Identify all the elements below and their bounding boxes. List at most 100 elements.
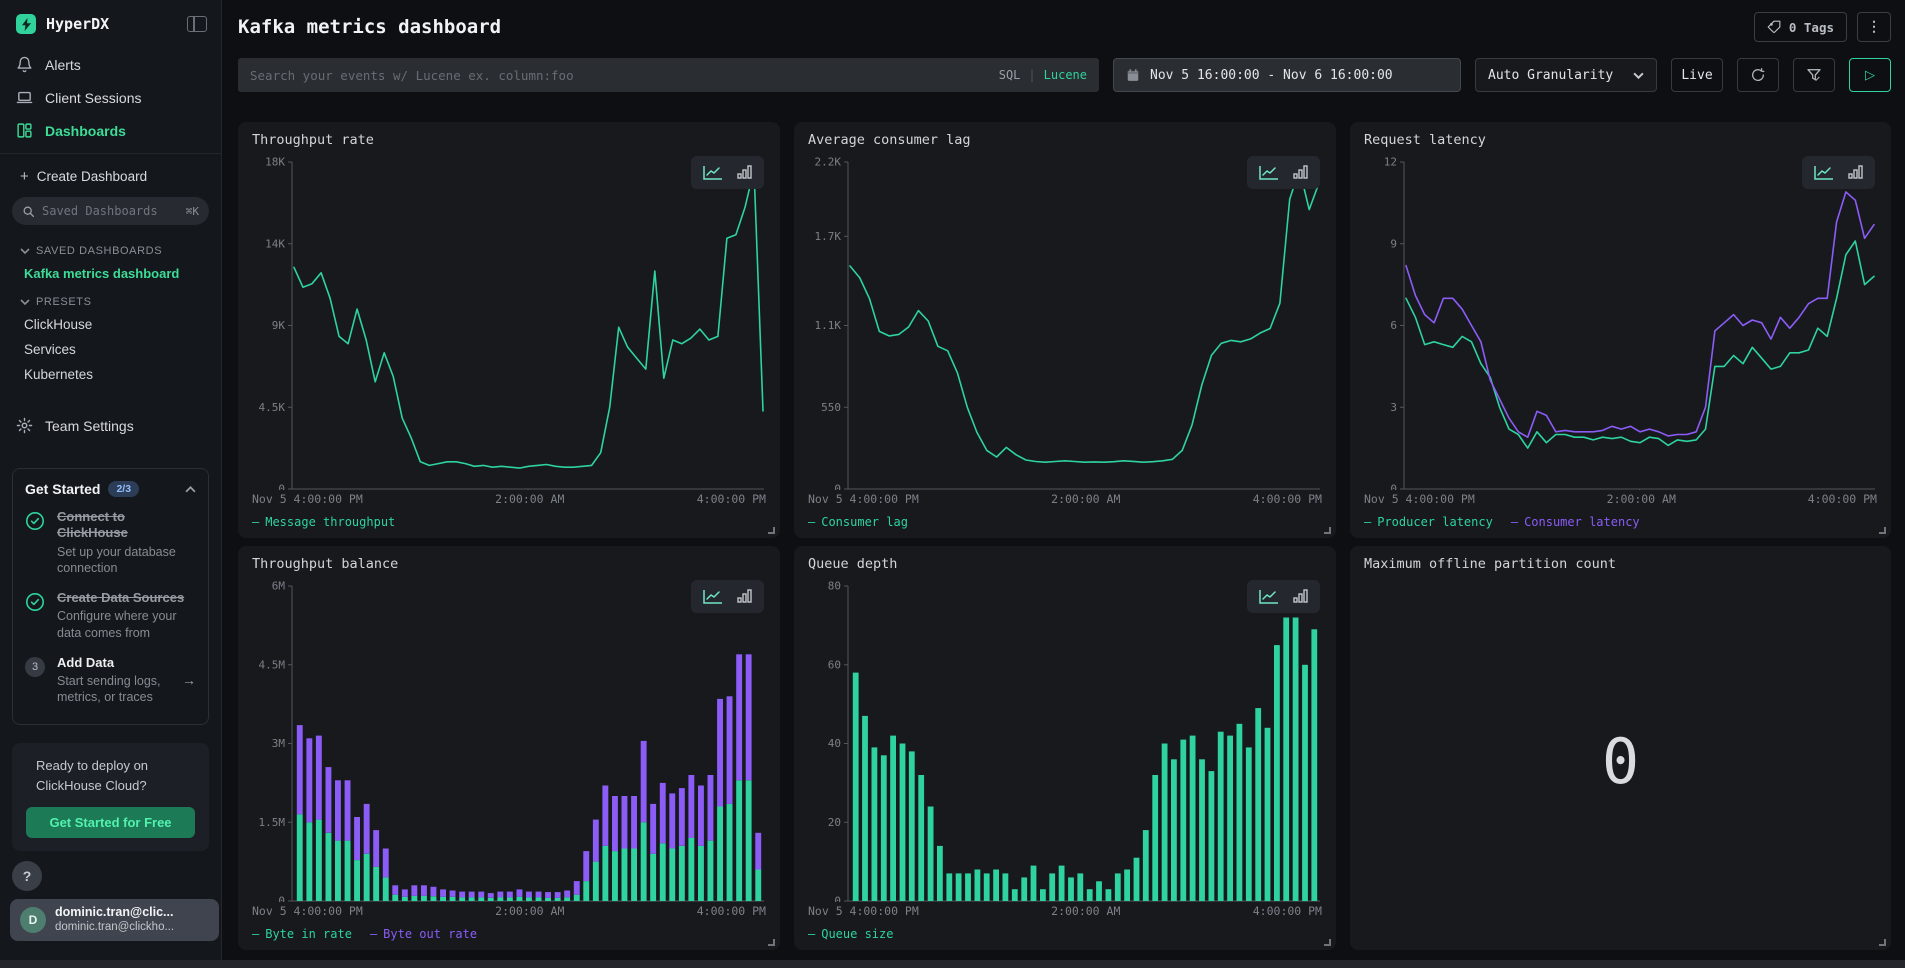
bar-chart-toggle-icon[interactable] <box>737 165 752 180</box>
event-search-input[interactable] <box>250 68 999 83</box>
step-desc: Start sending logs, metrics, or traces <box>57 673 172 706</box>
legend-item[interactable]: —Byte out rate <box>370 927 477 941</box>
app-root: HyperDX Alerts Client Sessions Dashboard… <box>0 0 1905 968</box>
sql-toggle[interactable]: SQL <box>999 68 1021 82</box>
divider <box>0 153 221 154</box>
x-tick-label: 2:00:00 AM <box>495 492 564 508</box>
preset-services[interactable]: Services <box>0 337 221 362</box>
refresh-button[interactable] <box>1737 58 1779 92</box>
get-started-step-3[interactable]: 3 Add Data Start sending logs, metrics, … <box>25 655 196 706</box>
chart-canvas[interactable]: 04.5K9K14K18K <box>252 154 766 490</box>
line-chart-toggle-icon[interactable] <box>703 165 723 180</box>
panel-resize-handle[interactable] <box>1324 939 1331 946</box>
section-label: SAVED DASHBOARDS <box>36 245 162 257</box>
line-chart-toggle-icon[interactable] <box>1259 589 1279 604</box>
legend-item[interactable]: —Consumer latency <box>1511 515 1640 529</box>
sidebar-item-alerts[interactable]: Alerts <box>0 48 221 81</box>
step-desc: Set up your database connection <box>57 544 196 577</box>
line-chart-toggle-icon[interactable] <box>1814 165 1834 180</box>
saved-dashboards-section-header[interactable]: SAVED DASHBOARDS <box>0 235 221 261</box>
svg-text:80: 80 <box>828 580 841 593</box>
sidebar-item-dashboards[interactable]: Dashboards <box>0 114 221 147</box>
chart-legend: —Consumer lag <box>808 508 1322 532</box>
presets-section-header[interactable]: PRESETS <box>0 286 221 312</box>
preset-clickhouse[interactable]: ClickHouse <box>0 312 221 337</box>
run-query-button[interactable]: ▷ <box>1849 58 1891 92</box>
bar-chart-toggle-icon[interactable] <box>737 589 752 604</box>
tags-button[interactable]: 0 Tags <box>1754 12 1847 42</box>
chart-canvas[interactable]: 05501.1K1.7K2.2K <box>808 154 1322 490</box>
get-started-step-2[interactable]: Create Data Sources Configure where your… <box>25 590 196 641</box>
main-content: Kafka metrics dashboard 0 Tags ⋮ SQL | L… <box>222 0 1905 968</box>
create-dashboard-button[interactable]: + Create Dashboard <box>0 162 221 195</box>
chart-type-toggle <box>691 156 764 189</box>
panel-resize-handle[interactable] <box>768 939 775 946</box>
user-name: dominic.tran@clic... <box>55 905 174 921</box>
legend-item[interactable]: —Consumer lag <box>808 515 908 529</box>
sidebar-collapse-icon[interactable] <box>187 16 207 32</box>
chart-canvas[interactable]: 036912 <box>1364 154 1877 490</box>
date-range-label: Nov 5 16:00:00 - Nov 6 16:00:00 <box>1150 68 1393 83</box>
chart-canvas[interactable]: 01.5M3M4.5M6M <box>252 578 766 902</box>
page-header: Kafka metrics dashboard 0 Tags ⋮ <box>238 12 1891 58</box>
filter-button[interactable] <box>1793 58 1835 92</box>
chart-panel-request-latency: Request latency036912Nov 5 4:00:00 PM2:0… <box>1350 122 1891 538</box>
get-started-title: Get Started <box>25 481 100 497</box>
line-chart-toggle-icon[interactable] <box>1259 165 1279 180</box>
chart-title: Queue depth <box>808 556 1322 578</box>
sidebar: HyperDX Alerts Client Sessions Dashboard… <box>0 0 222 968</box>
chart-panel-average-consumer-lag: Average consumer lag05501.1K1.7K2.2KNov … <box>794 122 1336 538</box>
x-tick-label: 2:00:00 AM <box>1607 492 1676 508</box>
bar-chart-toggle-icon[interactable] <box>1293 165 1308 180</box>
granularity-select[interactable]: Auto Granularity <box>1475 58 1657 92</box>
sidebar-item-client-sessions[interactable]: Client Sessions <box>0 81 221 114</box>
saved-dashboards-search-input[interactable] <box>42 204 179 218</box>
gear-icon <box>16 417 33 434</box>
legend-item[interactable]: —Queue size <box>808 927 893 941</box>
svg-text:3: 3 <box>1390 401 1397 414</box>
saved-dashboards-search[interactable]: ⌘K <box>12 197 209 225</box>
chart-title: Throughput balance <box>252 556 766 578</box>
get-started-step-1[interactable]: Connect to ClickHouse Set up your databa… <box>25 509 196 576</box>
panel-resize-handle[interactable] <box>1324 527 1331 534</box>
live-button[interactable]: Live <box>1671 58 1723 92</box>
x-tick-label: Nov 5 4:00:00 PM <box>808 492 919 508</box>
event-search: SQL | Lucene <box>238 58 1099 92</box>
bar-chart-toggle-icon[interactable] <box>1293 589 1308 604</box>
panel-resize-handle[interactable] <box>1879 939 1886 946</box>
get-started-free-button[interactable]: Get Started for Free <box>26 807 195 838</box>
sidebar-item-kafka-dashboard[interactable]: Kafka metrics dashboard <box>0 261 221 286</box>
legend-dash: — <box>808 515 815 529</box>
panel-resize-handle[interactable] <box>1879 527 1886 534</box>
legend-dash: — <box>808 927 815 941</box>
dashboards-icon <box>16 122 33 139</box>
legend-item[interactable]: —Byte in rate <box>252 927 352 941</box>
preset-kubernetes[interactable]: Kubernetes <box>0 362 221 387</box>
page-title: Kafka metrics dashboard <box>238 12 501 38</box>
x-axis-labels: Nov 5 4:00:00 PM2:00:00 AM4:00:00 PM <box>252 492 766 508</box>
chart-title: Request latency <box>1364 132 1877 154</box>
x-axis-labels: Nov 5 4:00:00 PM2:00:00 AM4:00:00 PM <box>808 492 1322 508</box>
deploy-text: Ready to deploy on ClickHouse Cloud? <box>26 756 195 796</box>
legend-item[interactable]: —Producer latency <box>1364 515 1493 529</box>
chart-legend: —Queue size <box>808 920 1322 944</box>
line-chart-toggle-icon[interactable] <box>703 589 723 604</box>
legend-dash: — <box>252 515 259 529</box>
panel-resize-handle[interactable] <box>768 527 775 534</box>
dashboard-menu-button[interactable]: ⋮ <box>1857 12 1891 42</box>
chevron-up-icon[interactable] <box>185 486 196 493</box>
legend-item[interactable]: —Message throughput <box>252 515 395 529</box>
help-button[interactable]: ? <box>12 861 42 891</box>
sidebar-item-team-settings[interactable]: Team Settings <box>0 409 221 442</box>
x-tick-label: 4:00:00 PM <box>1808 492 1877 508</box>
chart-panel-throughput-balance: Throughput balance01.5M3M4.5M6MNov 5 4:0… <box>238 546 780 950</box>
user-menu[interactable]: D dominic.tran@clic... dominic.tran@clic… <box>10 899 219 941</box>
lucene-toggle[interactable]: Lucene <box>1044 68 1087 82</box>
bar-chart-toggle-icon[interactable] <box>1848 165 1863 180</box>
date-range-picker[interactable]: Nov 5 16:00:00 - Nov 6 16:00:00 <box>1113 58 1461 92</box>
metric-value: 0 <box>1364 578 1877 944</box>
chart-type-toggle <box>1247 580 1320 613</box>
chart-canvas[interactable]: 020406080 <box>808 578 1322 902</box>
sidebar-item-label: Alerts <box>45 57 81 73</box>
toggle-separator: | <box>1028 68 1035 82</box>
